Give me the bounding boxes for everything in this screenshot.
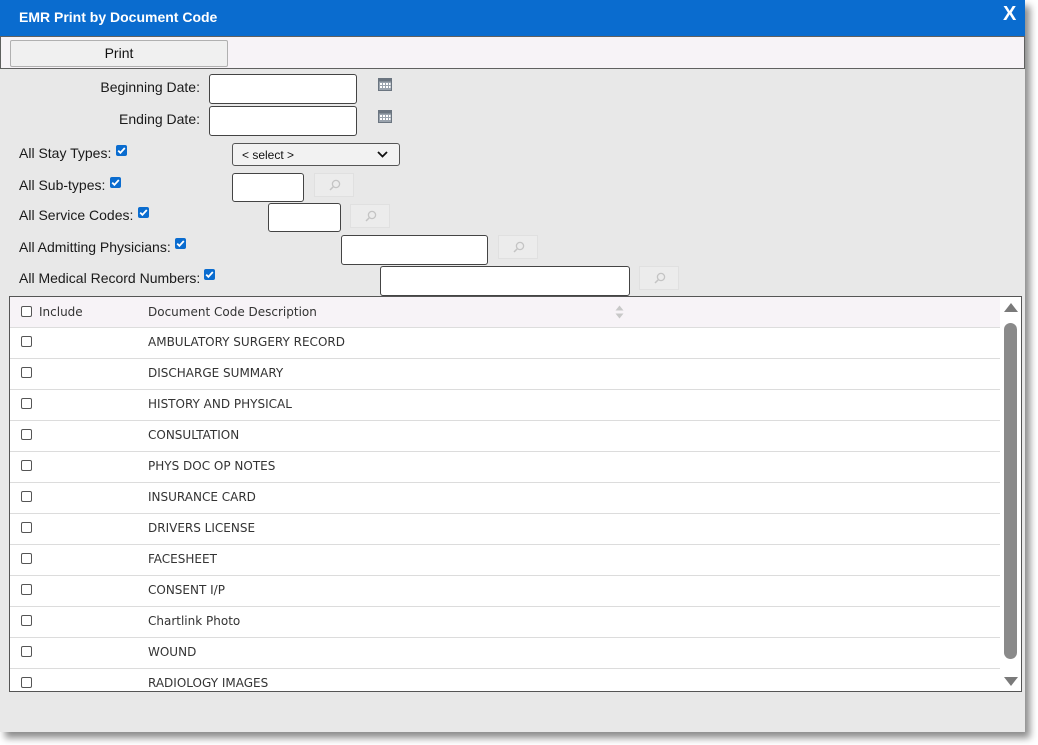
document-code-description: DISCHARGE SUMMARY <box>148 366 284 380</box>
print-button[interactable]: Print <box>10 40 228 67</box>
checkmark-icon <box>205 271 214 279</box>
all-stay-types-label: All Stay Types: <box>19 145 112 161</box>
toolbar: Print <box>0 36 1025 69</box>
chevron-down-icon <box>377 151 388 158</box>
include-checkbox[interactable] <box>21 646 32 657</box>
magnifier-icon <box>654 272 666 284</box>
stay-type-select-value: < select > <box>242 148 295 162</box>
document-code-description: AMBULATORY SURGERY RECORD <box>148 335 345 349</box>
include-checkbox[interactable] <box>21 522 32 533</box>
magnifier-icon <box>329 179 341 191</box>
document-code-description: INSURANCE CARD <box>148 490 256 504</box>
table-row[interactable]: AMBULATORY SURGERY RECORD <box>10 327 1000 359</box>
all-admitting-physicians-label: All Admitting Physicians: <box>19 239 171 255</box>
service-code-field[interactable] <box>268 203 341 232</box>
include-checkbox[interactable] <box>21 398 32 409</box>
print-dialog: EMR Print by Document Code X Print Begin… <box>0 0 1025 732</box>
include-checkbox[interactable] <box>21 677 32 688</box>
all-medical-record-numbers-label: All Medical Record Numbers: <box>19 270 201 286</box>
sort-icon[interactable] <box>615 305 624 319</box>
calendar-icon[interactable] <box>378 109 392 123</box>
all-medical-record-numbers-checkbox[interactable] <box>204 269 215 280</box>
table-row[interactable]: Chartlink Photo <box>10 606 1000 638</box>
table-row[interactable]: PHYS DOC OP NOTES <box>10 451 1000 483</box>
column-header-include: Include <box>39 305 83 319</box>
calendar-icon[interactable] <box>378 77 392 91</box>
beginning-date-label: Beginning Date: <box>100 79 200 95</box>
stay-type-select[interactable]: < select > <box>232 143 400 166</box>
service-code-lookup-button[interactable] <box>350 204 390 228</box>
all-sub-types-label: All Sub-types: <box>19 177 106 193</box>
sub-type-field[interactable] <box>232 173 304 202</box>
medical-record-number-lookup-button[interactable] <box>639 266 679 290</box>
table-row[interactable]: CONSULTATION <box>10 420 1000 452</box>
include-checkbox[interactable] <box>21 615 32 626</box>
document-code-description: PHYS DOC OP NOTES <box>148 459 276 473</box>
include-checkbox[interactable] <box>21 584 32 595</box>
table-row[interactable]: FACESHEET <box>10 544 1000 576</box>
grid-header: Include Document Code Description <box>10 297 1000 328</box>
scroll-down-icon[interactable] <box>1004 677 1018 686</box>
table-row[interactable]: INSURANCE CARD <box>10 482 1000 514</box>
all-service-codes-checkbox[interactable] <box>138 207 149 218</box>
select-all-checkbox[interactable] <box>21 306 32 317</box>
scrollbar-thumb[interactable] <box>1004 323 1017 659</box>
table-row[interactable]: RADIOLOGY IMAGES <box>10 668 1000 691</box>
document-code-description: CONSULTATION <box>148 428 240 442</box>
include-checkbox[interactable] <box>21 460 32 471</box>
table-row[interactable]: DRIVERS LICENSE <box>10 513 1000 545</box>
checkmark-icon <box>111 179 120 187</box>
document-code-description: FACESHEET <box>148 552 217 566</box>
include-checkbox[interactable] <box>21 429 32 440</box>
window-title: EMR Print by Document Code <box>19 9 218 25</box>
include-checkbox[interactable] <box>21 491 32 502</box>
document-code-description: RADIOLOGY IMAGES <box>148 676 269 690</box>
all-stay-types-checkbox[interactable] <box>116 145 127 156</box>
document-code-description: WOUND <box>148 645 197 659</box>
magnifier-icon <box>513 241 525 253</box>
sub-type-lookup-button[interactable] <box>314 173 354 197</box>
checkmark-icon <box>139 209 148 217</box>
table-row[interactable]: HISTORY AND PHYSICAL <box>10 389 1000 421</box>
include-checkbox[interactable] <box>21 367 32 378</box>
document-code-description: HISTORY AND PHYSICAL <box>148 397 292 411</box>
ending-date-label: Ending Date: <box>119 111 200 127</box>
include-checkbox[interactable] <box>21 336 32 347</box>
document-code-description: CONSENT I/P <box>148 583 225 597</box>
include-checkbox[interactable] <box>21 553 32 564</box>
ending-date-field[interactable] <box>209 106 357 136</box>
close-button[interactable]: X <box>1003 3 1016 26</box>
admitting-physician-lookup-button[interactable] <box>498 235 538 259</box>
vertical-scrollbar[interactable] <box>1000 297 1021 691</box>
column-header-description[interactable]: Document Code Description <box>148 305 317 319</box>
scroll-up-icon[interactable] <box>1004 303 1018 312</box>
document-code-grid: Include Document Code Description AMBULA… <box>9 296 1022 692</box>
table-row[interactable]: DISCHARGE SUMMARY <box>10 358 1000 390</box>
table-row[interactable]: CONSENT I/P <box>10 575 1000 607</box>
checkmark-icon <box>176 240 185 248</box>
checkmark-icon <box>117 147 126 155</box>
table-row[interactable]: WOUND <box>10 637 1000 669</box>
medical-record-number-field[interactable] <box>380 266 630 296</box>
admitting-physician-field[interactable] <box>341 235 488 265</box>
beginning-date-field[interactable] <box>209 74 357 104</box>
all-service-codes-label: All Service Codes: <box>19 207 134 223</box>
document-code-description: DRIVERS LICENSE <box>148 521 256 535</box>
magnifier-icon <box>365 210 377 222</box>
title-bar: EMR Print by Document Code X <box>0 0 1025 36</box>
all-admitting-physicians-checkbox[interactable] <box>175 238 186 249</box>
document-code-description: Chartlink Photo <box>148 614 241 628</box>
all-sub-types-checkbox[interactable] <box>110 177 121 188</box>
